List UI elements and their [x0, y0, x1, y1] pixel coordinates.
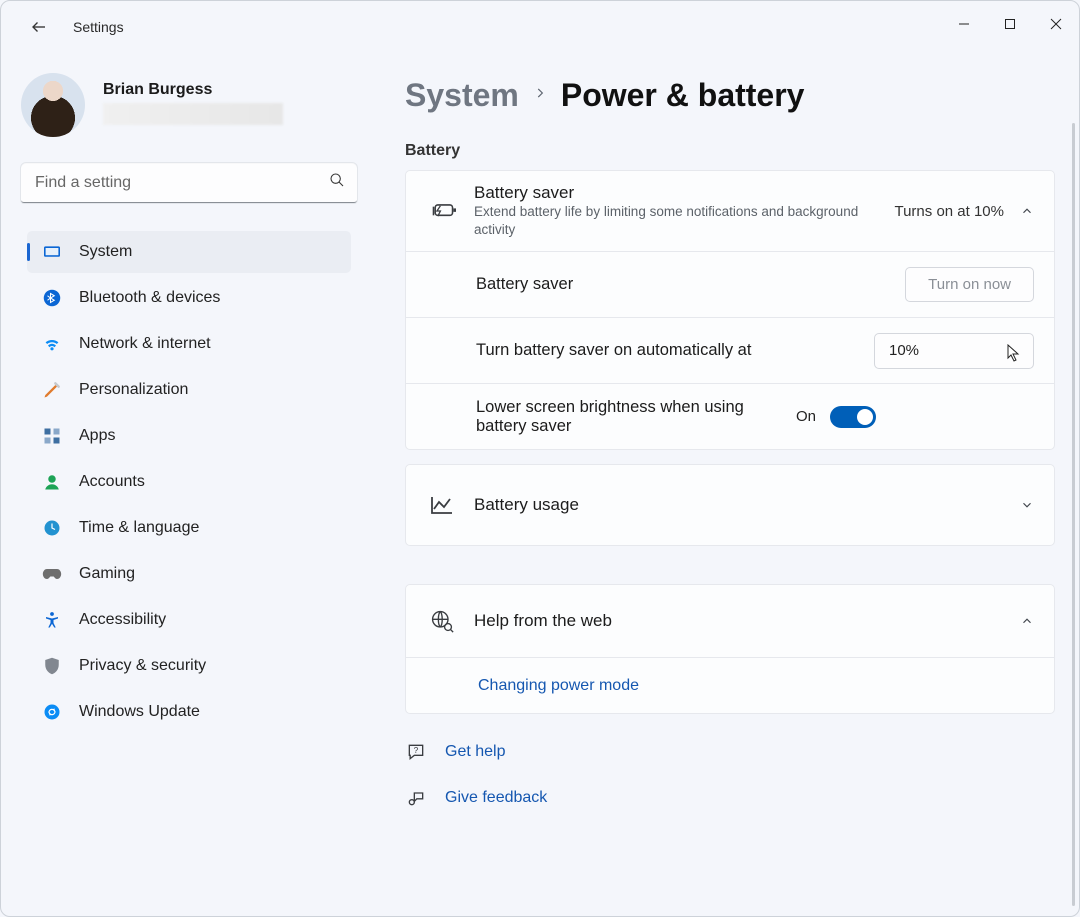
gamepad-icon — [41, 567, 63, 581]
update-icon — [41, 703, 63, 721]
help-from-web-card: Help from the web Changing power mode — [405, 584, 1055, 714]
battery-saver-card: Battery saver Extend battery life by lim… — [405, 170, 1055, 450]
brightness-toggle[interactable] — [830, 406, 876, 428]
app-title: Settings — [73, 19, 124, 35]
feedback-icon — [405, 788, 427, 808]
get-help-link[interactable]: Get help — [445, 743, 505, 761]
help-title: Help from the web — [474, 611, 1010, 631]
chevron-up-icon — [1020, 204, 1034, 218]
person-icon — [41, 473, 63, 491]
sidebar: Brian Burgess System — [1, 53, 371, 916]
nav-list: System Bluetooth & devices Network & int… — [17, 227, 357, 737]
battery-saver-row-brightness: Lower screen brightness when using batte… — [406, 383, 1054, 449]
battery-saver-icon — [430, 201, 474, 221]
battery-usage-card[interactable]: Battery usage — [405, 464, 1055, 546]
page-title: Power & battery — [561, 77, 805, 114]
search-input[interactable] — [21, 174, 317, 192]
battery-saver-row-label: Battery saver — [476, 275, 905, 294]
help-link-row: Changing power mode — [406, 657, 1054, 713]
search-icon — [317, 172, 357, 193]
search-box[interactable] — [21, 163, 357, 203]
sidebar-item-label: Windows Update — [79, 704, 200, 720]
help-header[interactable]: Help from the web — [406, 585, 1054, 657]
breadcrumb-parent[interactable]: System — [405, 77, 519, 114]
sidebar-item-accounts[interactable]: Accounts — [27, 461, 351, 503]
support-links: ? Get help Give feedback — [405, 734, 1055, 816]
sidebar-item-label: Gaming — [79, 566, 135, 582]
cursor-arrow-icon — [1007, 344, 1021, 366]
section-heading-battery: Battery — [405, 142, 1055, 160]
window-controls — [941, 1, 1079, 47]
chevron-right-icon — [533, 86, 547, 105]
get-help-row[interactable]: ? Get help — [405, 734, 1055, 770]
sidebar-item-time[interactable]: Time & language — [27, 507, 351, 549]
settings-window: Settings Brian Burgess — [0, 0, 1080, 917]
sidebar-item-network[interactable]: Network & internet — [27, 323, 351, 365]
account-header[interactable]: Brian Burgess — [21, 73, 357, 137]
changing-power-mode-link[interactable]: Changing power mode — [478, 677, 639, 695]
breadcrumb: System Power & battery — [405, 77, 1055, 114]
sidebar-item-accessibility[interactable]: Accessibility — [27, 599, 351, 641]
sidebar-item-label: System — [79, 244, 132, 260]
paintbrush-icon — [41, 380, 63, 400]
sidebar-item-label: Privacy & security — [79, 658, 206, 674]
battery-saver-title: Battery saver — [474, 183, 884, 203]
clock-globe-icon — [41, 519, 63, 537]
sidebar-item-windows-update[interactable]: Windows Update — [27, 691, 351, 733]
sidebar-item-bluetooth[interactable]: Bluetooth & devices — [27, 277, 351, 319]
sidebar-item-personalization[interactable]: Personalization — [27, 369, 351, 411]
chevron-up-icon — [1020, 614, 1034, 628]
battery-saver-row-manual: Battery saver Turn on now — [406, 251, 1054, 317]
give-feedback-link[interactable]: Give feedback — [445, 789, 547, 807]
sidebar-item-label: Personalization — [79, 382, 188, 398]
give-feedback-row[interactable]: Give feedback — [405, 780, 1055, 816]
sidebar-item-label: Apps — [79, 428, 115, 444]
globe-search-icon — [430, 609, 474, 633]
apps-icon — [41, 427, 63, 445]
wifi-icon — [41, 336, 63, 352]
title-bar: Settings — [1, 1, 1079, 53]
avatar — [21, 73, 85, 137]
chevron-down-icon — [1020, 498, 1034, 512]
sidebar-item-gaming[interactable]: Gaming — [27, 553, 351, 595]
account-name: Brian Burgess — [103, 73, 283, 99]
sidebar-item-label: Bluetooth & devices — [79, 290, 220, 306]
brightness-label: Lower screen brightness when using batte… — [476, 398, 796, 436]
chart-icon — [430, 495, 474, 515]
auto-threshold-value: 10% — [889, 342, 1019, 359]
battery-saver-subtitle: Extend battery life by limiting some not… — [474, 203, 884, 239]
back-button[interactable] — [19, 7, 59, 47]
sidebar-item-label: Network & internet — [79, 336, 211, 352]
turn-on-now-button[interactable]: Turn on now — [905, 267, 1034, 302]
system-icon — [41, 244, 63, 260]
window-minimize-button[interactable] — [941, 1, 987, 47]
window-maximize-button[interactable] — [987, 1, 1033, 47]
svg-text:?: ? — [414, 745, 419, 755]
help-icon: ? — [405, 742, 427, 762]
bluetooth-icon — [41, 289, 63, 307]
sidebar-item-label: Accessibility — [79, 612, 166, 628]
sidebar-item-apps[interactable]: Apps — [27, 415, 351, 457]
sidebar-item-privacy[interactable]: Privacy & security — [27, 645, 351, 687]
auto-threshold-select[interactable]: 10% — [874, 333, 1034, 369]
battery-saver-row-auto: Turn battery saver on automatically at 1… — [406, 317, 1054, 383]
account-subtitle — [103, 103, 283, 125]
main-content: System Power & battery Battery Battery s… — [371, 53, 1079, 916]
sidebar-item-label: Accounts — [79, 474, 145, 490]
accessibility-icon — [41, 611, 63, 629]
scrollbar[interactable] — [1072, 123, 1075, 906]
battery-saver-status: Turns on at 10% — [894, 203, 1004, 220]
sidebar-item-label: Time & language — [79, 520, 199, 536]
battery-usage-title: Battery usage — [474, 495, 1010, 515]
sidebar-item-system[interactable]: System — [27, 231, 351, 273]
shield-icon — [41, 656, 63, 676]
brightness-toggle-state: On — [796, 408, 816, 425]
window-close-button[interactable] — [1033, 1, 1079, 47]
auto-threshold-label: Turn battery saver on automatically at — [476, 341, 874, 360]
battery-saver-header[interactable]: Battery saver Extend battery life by lim… — [406, 171, 1054, 251]
